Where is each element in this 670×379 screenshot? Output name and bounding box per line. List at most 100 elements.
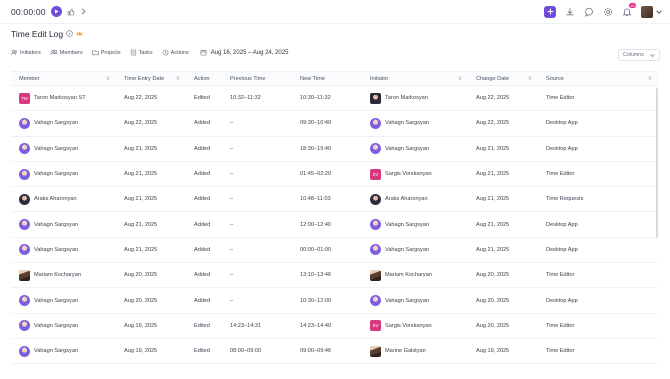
initiator-avatar [370,295,381,307]
table-row[interactable]: Araks Aharonyan Aug 21, 2025 Added – 10:… [11,187,658,213]
time-entry-date-cell: Aug 19, 2025 [124,348,158,355]
member-avatar [19,143,30,155]
table-row[interactable]: TM Taron Markosyan ST Aug 22, 2025 Edited… [11,86,658,112]
time-entry-date-cell: Aug 21, 2025 [124,196,158,203]
add-button[interactable] [544,5,556,18]
time-entry-date-cell: Aug 21, 2025 [124,246,158,253]
columns-dropdown[interactable]: Columns [618,49,660,61]
member-name: Vahagn Sargsyan [34,348,79,355]
previous-time-cell: – [230,120,234,127]
previous-time-cell: – [230,196,234,203]
initiator-cell: SV Sargis Vorskanyan [362,314,468,338]
timer-display: 00:00:00 [11,6,46,17]
new-time-cell: 01:45–02:20 [300,171,332,178]
initiator-cell: Taron Markosyan [362,86,468,110]
table-row[interactable]: Vahagn Sargsyan Aug 20, 2025 Added – 10:… [11,288,658,314]
date-range-picker[interactable]: Aug 16, 2025 – Aug 24, 2025 [200,49,288,56]
member-cell: Vahagn Sargsyan [11,137,116,161]
previous-time-cell: – [230,221,234,228]
initiator-avatar: SV [370,168,381,180]
table-row[interactable]: Vahagn Sargsyan Aug 22, 2025 Added – 09:… [11,111,658,137]
folder-icon [92,50,99,56]
new-time-cell: 09:00–09:46 [300,348,332,355]
thumbs-up-icon[interactable] [67,8,75,16]
calendar-icon [200,49,207,56]
filter-members[interactable]: Members [50,49,83,56]
new-time-cell: 18:30–19:40 [300,145,332,152]
table-row[interactable]: Vahagn Sargsyan Aug 21, 2025 Added – 00:… [11,238,658,264]
filter-projects[interactable]: Projects [92,49,121,56]
initiator-cell: Marine Galstyan [362,339,468,363]
previous-time-cell: – [230,246,234,253]
chat-icon[interactable] [584,7,594,17]
col-member-header[interactable]: Member ⇅ [11,72,116,85]
time-entry-date-cell: Aug 22, 2025 [124,120,158,127]
profile-chevron-down-icon[interactable] [656,9,662,15]
col-new-time-label: New Time [300,75,325,82]
member-cell: Vahagn Sargsyan [11,162,116,186]
notifications-bell-icon[interactable]: 16 [622,2,636,17]
filter-initiators[interactable]: Initiators [11,49,41,56]
initiator-cell: Mariam Kocharyan [362,263,468,287]
member-cell: Araks Aharonyan [11,187,116,211]
filter-projects-label: Projects [100,49,121,56]
member-avatar [19,168,30,180]
time-entry-date-cell: Aug 21, 2025 [124,145,158,152]
filter-actions[interactable]: Actions [162,49,189,56]
time-entry-date-cell: Aug 21, 2025 [124,171,158,178]
table-scrollbar[interactable] [656,88,658,238]
member-name: Vahagn Sargsyan [34,171,79,178]
member-name: Taron Markosyan ST [34,95,86,102]
table-row[interactable]: Mariam Kocharyan Aug 20, 2025 Added – 13… [11,263,658,289]
change-date-cell: Aug 19, 2025 [476,348,510,355]
table-row[interactable]: Vahagn Sargsyan Aug 19, 2025 Edited 14:2… [11,314,658,339]
filter-actions-label: Actions [170,49,189,56]
member-name: Vahagn Sargsyan [34,322,79,329]
notification-count-badge: 16 [628,2,636,8]
time-entry-date-cell: Aug 22, 2025 [124,95,158,102]
previous-time-cell: – [230,272,234,279]
page-header: Time Edit Log [11,29,83,39]
change-date-cell: Aug 20, 2025 [476,322,510,329]
sort-icon: ⇅ [647,75,652,82]
settings-gear-icon[interactable] [603,7,613,17]
col-previous-time-header[interactable]: Previous Time [222,72,292,85]
chevron-right-icon[interactable] [80,8,87,15]
table-row[interactable]: Vahagn Sargsyan Aug 19, 2025 Edited 08:0… [11,339,658,365]
table-row[interactable]: Vahagn Sargsyan Aug 21, 2025 Added – 18:… [11,137,658,162]
download-icon[interactable] [565,7,575,17]
col-source-header[interactable]: Source ⇅ [538,72,658,85]
filter-tasks[interactable]: Tasks [130,49,153,56]
source-cell: Time Editor [546,322,575,329]
source-cell: Desktop App [546,221,578,228]
action-cell: Added [194,171,211,178]
initiator-avatar [370,117,381,129]
col-member-label: Member [19,75,40,82]
action-cell: Added [194,246,211,253]
profile-avatar[interactable] [641,5,653,18]
col-time-entry-date-header[interactable]: Time Entry Date ⇅ [116,72,186,85]
initiator-name: Araks Aharonyan [385,196,428,203]
initiator-name: Taron Markosyan [385,95,428,102]
action-cell: Added [194,145,211,152]
source-cell: Time Editor [546,95,575,102]
info-icon[interactable] [66,29,73,39]
member-cell: Vahagn Sargsyan [11,288,116,312]
play-button[interactable] [50,6,62,17]
new-time-cell: 00:00–01:00 [300,246,332,253]
plus-icon [547,8,553,15]
action-cell: Edited [194,95,210,102]
initiator-avatar [370,269,381,281]
initiator-cell: SV Sargis Vorskanyan [362,162,468,186]
col-action-header[interactable]: Action [186,72,222,85]
col-new-time-header[interactable]: New Time [292,72,362,85]
sort-icon: ⇅ [457,75,462,82]
col-change-date-header[interactable]: Change Date ⇅ [468,72,538,85]
table-row[interactable]: Vahagn Sargsyan Aug 21, 2025 Added – 01:… [11,162,658,188]
member-cell: Vahagn Sargsyan [11,238,116,262]
table-row[interactable]: Vahagn Sargsyan Aug 21, 2025 Added – 12:… [11,212,658,238]
col-initiator-header[interactable]: Initiator ⇅ [362,72,468,85]
action-cell: Added [194,196,211,203]
time-edit-log-table: Member ⇅ Time Entry Date ⇅ Action Previous… [11,71,658,379]
members-icon [50,49,58,55]
